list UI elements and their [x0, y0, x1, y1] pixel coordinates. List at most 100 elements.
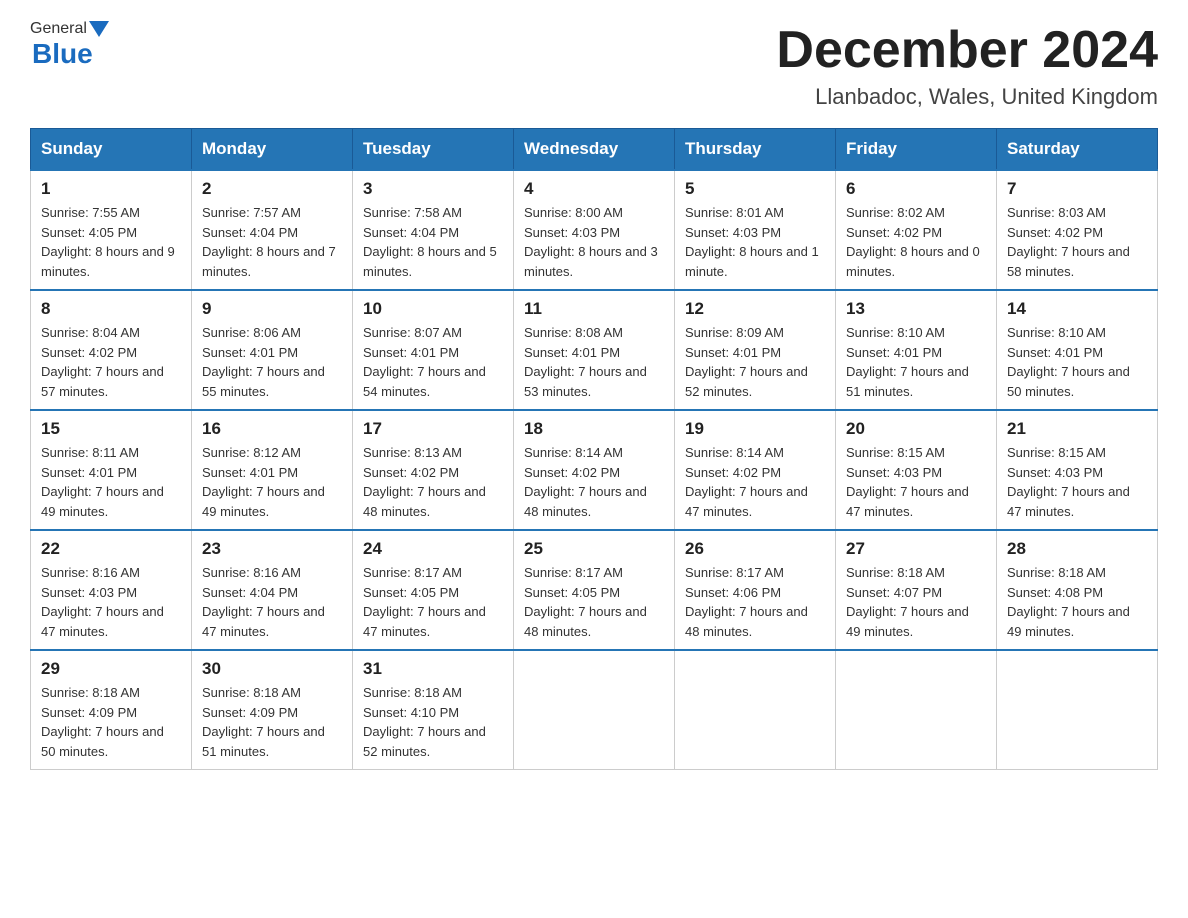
day-info: Sunrise: 8:17 AMSunset: 4:06 PMDaylight:… — [685, 565, 808, 639]
day-header-sunday: Sunday — [31, 129, 192, 171]
week-row-5: 29 Sunrise: 8:18 AMSunset: 4:09 PMDaylig… — [31, 650, 1158, 770]
logo-arrow-icon — [89, 21, 109, 37]
day-info: Sunrise: 8:03 AMSunset: 4:02 PMDaylight:… — [1007, 205, 1130, 279]
day-number: 19 — [685, 419, 825, 439]
calendar-cell: 21 Sunrise: 8:15 AMSunset: 4:03 PMDaylig… — [997, 410, 1158, 530]
day-number: 29 — [41, 659, 181, 679]
calendar-cell: 13 Sunrise: 8:10 AMSunset: 4:01 PMDaylig… — [836, 290, 997, 410]
day-header-wednesday: Wednesday — [514, 129, 675, 171]
calendar-cell: 25 Sunrise: 8:17 AMSunset: 4:05 PMDaylig… — [514, 530, 675, 650]
title-block: December 2024 Llanbadoc, Wales, United K… — [776, 20, 1158, 110]
calendar-cell: 30 Sunrise: 8:18 AMSunset: 4:09 PMDaylig… — [192, 650, 353, 770]
calendar-cell — [997, 650, 1158, 770]
calendar-cell: 2 Sunrise: 7:57 AMSunset: 4:04 PMDayligh… — [192, 170, 353, 290]
calendar-cell: 27 Sunrise: 8:18 AMSunset: 4:07 PMDaylig… — [836, 530, 997, 650]
day-number: 16 — [202, 419, 342, 439]
day-info: Sunrise: 8:12 AMSunset: 4:01 PMDaylight:… — [202, 445, 325, 519]
day-number: 21 — [1007, 419, 1147, 439]
calendar-cell: 24 Sunrise: 8:17 AMSunset: 4:05 PMDaylig… — [353, 530, 514, 650]
calendar-cell: 12 Sunrise: 8:09 AMSunset: 4:01 PMDaylig… — [675, 290, 836, 410]
location-text: Llanbadoc, Wales, United Kingdom — [776, 84, 1158, 110]
calendar-cell: 31 Sunrise: 8:18 AMSunset: 4:10 PMDaylig… — [353, 650, 514, 770]
calendar-cell: 14 Sunrise: 8:10 AMSunset: 4:01 PMDaylig… — [997, 290, 1158, 410]
calendar-cell: 8 Sunrise: 8:04 AMSunset: 4:02 PMDayligh… — [31, 290, 192, 410]
day-header-tuesday: Tuesday — [353, 129, 514, 171]
calendar-cell: 15 Sunrise: 8:11 AMSunset: 4:01 PMDaylig… — [31, 410, 192, 530]
month-title: December 2024 — [776, 20, 1158, 80]
day-number: 14 — [1007, 299, 1147, 319]
day-number: 4 — [524, 179, 664, 199]
day-number: 17 — [363, 419, 503, 439]
calendar-cell: 4 Sunrise: 8:00 AMSunset: 4:03 PMDayligh… — [514, 170, 675, 290]
day-number: 11 — [524, 299, 664, 319]
day-info: Sunrise: 8:18 AMSunset: 4:10 PMDaylight:… — [363, 685, 486, 759]
calendar-cell: 16 Sunrise: 8:12 AMSunset: 4:01 PMDaylig… — [192, 410, 353, 530]
day-header-saturday: Saturday — [997, 129, 1158, 171]
page-header: General Blue December 2024 Llanbadoc, Wa… — [30, 20, 1158, 110]
calendar-cell: 23 Sunrise: 8:16 AMSunset: 4:04 PMDaylig… — [192, 530, 353, 650]
day-info: Sunrise: 8:04 AMSunset: 4:02 PMDaylight:… — [41, 325, 164, 399]
day-info: Sunrise: 8:15 AMSunset: 4:03 PMDaylight:… — [1007, 445, 1130, 519]
calendar-cell: 19 Sunrise: 8:14 AMSunset: 4:02 PMDaylig… — [675, 410, 836, 530]
day-info: Sunrise: 8:00 AMSunset: 4:03 PMDaylight:… — [524, 205, 658, 279]
day-number: 22 — [41, 539, 181, 559]
calendar-cell: 11 Sunrise: 8:08 AMSunset: 4:01 PMDaylig… — [514, 290, 675, 410]
day-info: Sunrise: 8:06 AMSunset: 4:01 PMDaylight:… — [202, 325, 325, 399]
day-header-thursday: Thursday — [675, 129, 836, 171]
day-info: Sunrise: 8:10 AMSunset: 4:01 PMDaylight:… — [1007, 325, 1130, 399]
day-header-monday: Monday — [192, 129, 353, 171]
day-number: 12 — [685, 299, 825, 319]
calendar-table: SundayMondayTuesdayWednesdayThursdayFrid… — [30, 128, 1158, 770]
day-info: Sunrise: 8:01 AMSunset: 4:03 PMDaylight:… — [685, 205, 819, 279]
calendar-cell: 29 Sunrise: 8:18 AMSunset: 4:09 PMDaylig… — [31, 650, 192, 770]
week-row-1: 1 Sunrise: 7:55 AMSunset: 4:05 PMDayligh… — [31, 170, 1158, 290]
day-number: 18 — [524, 419, 664, 439]
day-info: Sunrise: 8:18 AMSunset: 4:08 PMDaylight:… — [1007, 565, 1130, 639]
calendar-cell: 6 Sunrise: 8:02 AMSunset: 4:02 PMDayligh… — [836, 170, 997, 290]
day-info: Sunrise: 8:13 AMSunset: 4:02 PMDaylight:… — [363, 445, 486, 519]
day-info: Sunrise: 7:55 AMSunset: 4:05 PMDaylight:… — [41, 205, 175, 279]
day-info: Sunrise: 8:08 AMSunset: 4:01 PMDaylight:… — [524, 325, 647, 399]
day-number: 23 — [202, 539, 342, 559]
calendar-cell: 26 Sunrise: 8:17 AMSunset: 4:06 PMDaylig… — [675, 530, 836, 650]
calendar-cell: 3 Sunrise: 7:58 AMSunset: 4:04 PMDayligh… — [353, 170, 514, 290]
day-info: Sunrise: 8:18 AMSunset: 4:09 PMDaylight:… — [202, 685, 325, 759]
day-number: 26 — [685, 539, 825, 559]
day-info: Sunrise: 8:09 AMSunset: 4:01 PMDaylight:… — [685, 325, 808, 399]
day-number: 28 — [1007, 539, 1147, 559]
logo-blue-text: Blue — [32, 38, 93, 70]
calendar-cell: 5 Sunrise: 8:01 AMSunset: 4:03 PMDayligh… — [675, 170, 836, 290]
calendar-cell: 28 Sunrise: 8:18 AMSunset: 4:08 PMDaylig… — [997, 530, 1158, 650]
day-info: Sunrise: 7:58 AMSunset: 4:04 PMDaylight:… — [363, 205, 497, 279]
day-number: 5 — [685, 179, 825, 199]
week-row-3: 15 Sunrise: 8:11 AMSunset: 4:01 PMDaylig… — [31, 410, 1158, 530]
day-number: 25 — [524, 539, 664, 559]
calendar-cell — [675, 650, 836, 770]
calendar-cell: 10 Sunrise: 8:07 AMSunset: 4:01 PMDaylig… — [353, 290, 514, 410]
day-info: Sunrise: 8:18 AMSunset: 4:09 PMDaylight:… — [41, 685, 164, 759]
day-number: 6 — [846, 179, 986, 199]
day-number: 9 — [202, 299, 342, 319]
day-info: Sunrise: 8:17 AMSunset: 4:05 PMDaylight:… — [363, 565, 486, 639]
day-number: 3 — [363, 179, 503, 199]
day-info: Sunrise: 8:02 AMSunset: 4:02 PMDaylight:… — [846, 205, 980, 279]
day-info: Sunrise: 8:17 AMSunset: 4:05 PMDaylight:… — [524, 565, 647, 639]
calendar-cell: 7 Sunrise: 8:03 AMSunset: 4:02 PMDayligh… — [997, 170, 1158, 290]
day-number: 10 — [363, 299, 503, 319]
calendar-header-row: SundayMondayTuesdayWednesdayThursdayFrid… — [31, 129, 1158, 171]
day-number: 31 — [363, 659, 503, 679]
logo: General Blue — [30, 20, 111, 70]
day-info: Sunrise: 8:11 AMSunset: 4:01 PMDaylight:… — [41, 445, 164, 519]
logo-general-text: General — [30, 20, 87, 38]
calendar-cell: 9 Sunrise: 8:06 AMSunset: 4:01 PMDayligh… — [192, 290, 353, 410]
day-info: Sunrise: 8:18 AMSunset: 4:07 PMDaylight:… — [846, 565, 969, 639]
calendar-cell: 20 Sunrise: 8:15 AMSunset: 4:03 PMDaylig… — [836, 410, 997, 530]
week-row-4: 22 Sunrise: 8:16 AMSunset: 4:03 PMDaylig… — [31, 530, 1158, 650]
day-number: 7 — [1007, 179, 1147, 199]
day-header-friday: Friday — [836, 129, 997, 171]
day-info: Sunrise: 7:57 AMSunset: 4:04 PMDaylight:… — [202, 205, 336, 279]
day-number: 30 — [202, 659, 342, 679]
day-number: 2 — [202, 179, 342, 199]
day-info: Sunrise: 8:16 AMSunset: 4:03 PMDaylight:… — [41, 565, 164, 639]
calendar-cell: 1 Sunrise: 7:55 AMSunset: 4:05 PMDayligh… — [31, 170, 192, 290]
